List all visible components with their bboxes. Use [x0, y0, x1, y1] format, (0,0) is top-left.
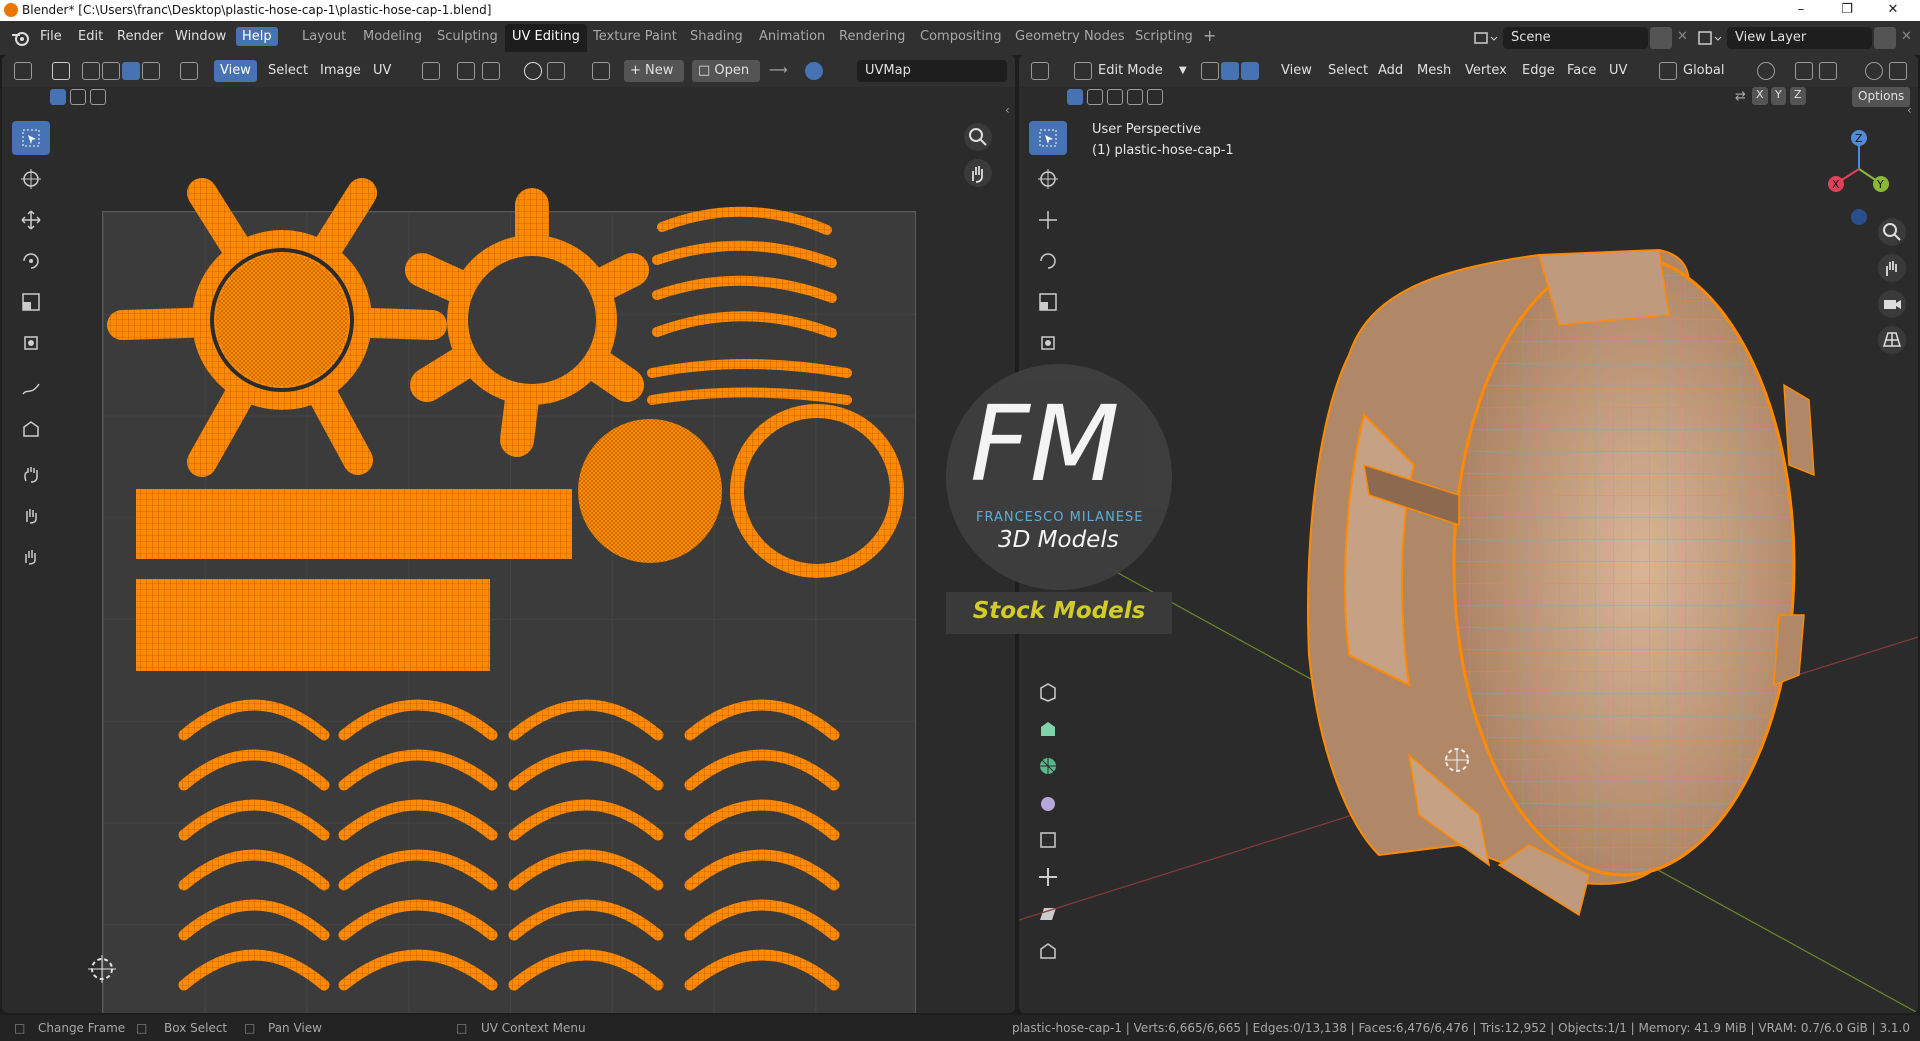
watermark-fm: FM [970, 392, 1120, 496]
menu-window[interactable]: Window [175, 29, 226, 44]
maximize-icon[interactable]: ❐ [1824, 0, 1870, 21]
uv-island-strip-wide [136, 579, 490, 671]
menu-render[interactable]: Render [117, 29, 163, 44]
window-title: Blender* [C:\Users\franc\Desktop\plastic… [22, 3, 492, 17]
uv-island-strip-long [136, 489, 572, 559]
tab-geometry-nodes[interactable]: Geometry Nodes [1015, 29, 1125, 44]
mouse-middle-icon: □ [244, 1021, 256, 1035]
delete-scene-icon[interactable]: ✕ [1677, 29, 1688, 44]
view-layer-icon[interactable] [1697, 29, 1723, 47]
tab-shading[interactable]: Shading [690, 29, 743, 44]
uv-island-gear-ring [405, 188, 649, 457]
mouse-right-icon: □ [456, 1021, 468, 1035]
uv-island-arcs-top [647, 206, 852, 405]
tab-animation[interactable]: Animation [759, 29, 825, 44]
menu-edit[interactable]: Edit [78, 29, 103, 44]
mouse-drag-icon: □ [136, 1021, 148, 1035]
status-pan-view: Pan View [268, 1021, 322, 1035]
tab-scripting[interactable]: Scripting [1135, 29, 1193, 44]
add-workspace-icon[interactable]: + [1203, 26, 1216, 45]
uv-2d-cursor[interactable] [88, 955, 116, 983]
scene-selector-icon[interactable] [1473, 29, 1499, 47]
new-view-layer-icon[interactable] [1874, 27, 1896, 49]
minimize-icon[interactable]: – [1778, 0, 1824, 21]
blender-logo-icon [4, 3, 18, 17]
tab-layout[interactable]: Layout [302, 29, 346, 44]
tab-rendering[interactable]: Rendering [839, 29, 905, 44]
window-title-bar: Blender* [C:\Users\franc\Desktop\plastic… [0, 0, 1920, 21]
uv-island-arcs-bottom [178, 699, 840, 991]
uv-islands[interactable] [2, 55, 1015, 1013]
watermark-3d-models: 3D Models [998, 527, 1119, 553]
blender-menu-icon[interactable] [10, 29, 30, 47]
close-icon[interactable]: ✕ [1870, 0, 1916, 21]
tab-sculpting[interactable]: Sculpting [437, 29, 498, 44]
uv-island-gear-large [107, 178, 447, 477]
tab-compositing[interactable]: Compositing [920, 29, 1002, 44]
uv-island-ring [730, 404, 904, 578]
uv-island-disc [578, 419, 722, 563]
hose-cap-mesh [1307, 248, 1815, 917]
tab-texture-paint[interactable]: Texture Paint [593, 29, 677, 44]
watermark-fm-text: FM [970, 383, 1120, 505]
status-change-frame: Change Frame [38, 1021, 126, 1035]
tab-uv-editing[interactable]: UV Editing [505, 24, 587, 52]
top-menu-bar: File Edit Render Window Help Layout Mode… [0, 21, 1920, 55]
watermark-author: FRANCESCO MILANESE [976, 510, 1144, 525]
watermark-badge-text: Stock Models [972, 598, 1146, 624]
watermark-badge: Stock Models [946, 592, 1172, 634]
view-layer-field[interactable]: View Layer [1727, 27, 1872, 49]
menu-file[interactable]: File [40, 29, 62, 44]
mouse-left-icon: □ [14, 1021, 26, 1035]
status-bar: □ Change Frame □ Box Select □ Pan View □… [0, 1015, 1920, 1041]
menu-help[interactable]: Help [236, 27, 278, 46]
status-stats: plastic-hose-cap-1 | Verts:6,665/6,665 |… [1012, 1021, 1910, 1035]
uv-editor[interactable]: View Select Image UV + New □ Open ⟶ UVMa… [2, 55, 1015, 1013]
new-scene-icon[interactable] [1650, 27, 1672, 49]
watermark-logo: FM FRANCESCO MILANESE 3D Models [946, 364, 1172, 590]
delete-view-layer-icon[interactable]: ✕ [1901, 29, 1912, 44]
tab-modeling[interactable]: Modeling [363, 29, 422, 44]
scene-field[interactable]: Scene [1503, 27, 1648, 49]
status-box-select: Box Select [164, 1021, 228, 1035]
status-context-menu: UV Context Menu [481, 1021, 586, 1035]
